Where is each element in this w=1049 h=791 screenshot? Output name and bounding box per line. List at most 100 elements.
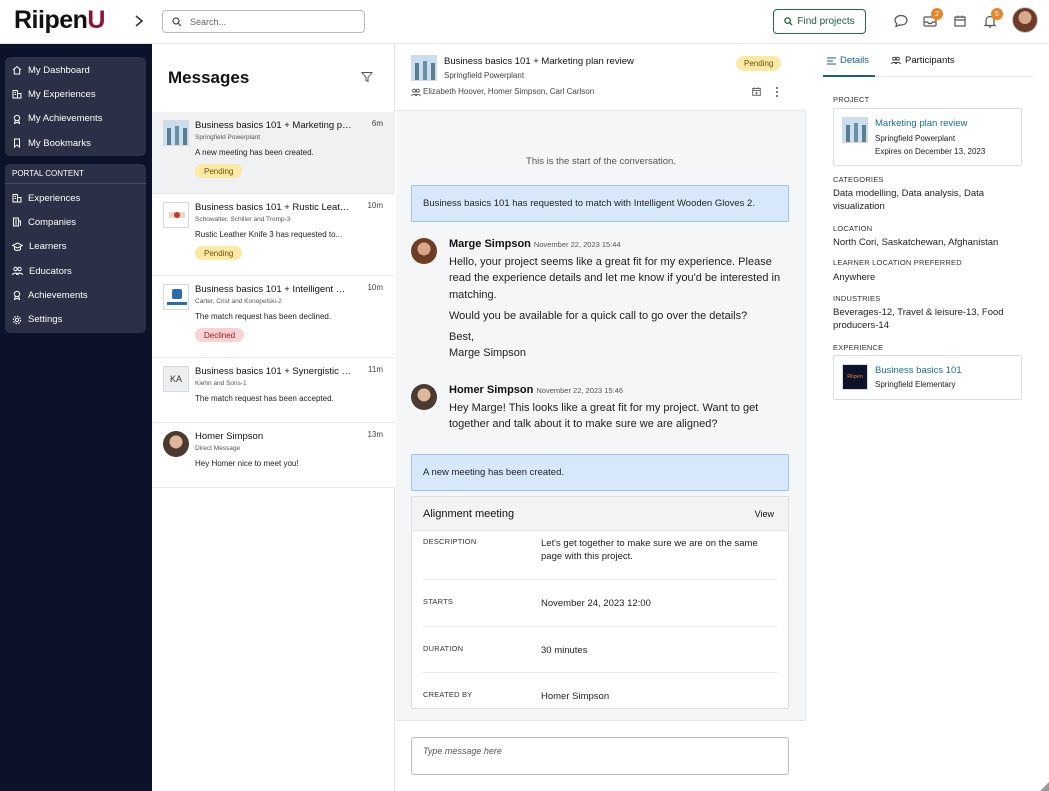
status-badge: Declined (195, 328, 245, 342)
chat-header: Business basics 101 + Marketing plan rev… (396, 44, 806, 111)
sidebar-item-educators[interactable]: Educators (5, 259, 146, 283)
conversation-item[interactable]: Business basics 101 + Intelligent Wooden… (152, 276, 395, 358)
message-input[interactable] (411, 737, 789, 775)
portal-content-heading: PORTAL CONTENT (5, 164, 146, 184)
more-vertical-icon[interactable] (774, 86, 780, 98)
find-projects-label: Find projects (797, 16, 855, 27)
chat-panel: Business basics 101 + Marketing plan rev… (396, 44, 806, 791)
sidebar-item-label: My Bookmarks (28, 137, 91, 149)
message-body: Hey Marge! This looks like a great fit f… (449, 400, 789, 438)
message-header: Homer Simpson November 22, 2023 15:46 (449, 384, 623, 396)
meeting-title: Alignment meeting (423, 508, 515, 520)
home-icon (12, 65, 22, 75)
top-bar: RiipenU Find projects 2 5 (0, 0, 1049, 44)
message-body: Hello, your project seems like a great f… (449, 254, 789, 367)
chat-bubble-icon[interactable] (893, 13, 909, 29)
sidebar-item-my-achievements[interactable]: My Achievements (5, 107, 146, 131)
user-avatar[interactable] (1012, 7, 1038, 33)
message-author: Homer Simpson (449, 384, 534, 396)
sidebar-item-label: Experiences (28, 192, 81, 204)
location-value: North Cori, Saskatchewan, Afghanistan (833, 237, 999, 248)
resize-grip[interactable] (1040, 782, 1049, 791)
avatar (411, 238, 437, 264)
message-paragraph: Best, (449, 331, 475, 344)
tab-details[interactable]: Details (827, 55, 869, 66)
sidebar-item-dashboard[interactable]: My Dashboard (5, 58, 146, 82)
sidebar-item-label: Learners (29, 241, 67, 253)
experience-card[interactable]: Riipen Business basics 101 Springfield E… (833, 355, 1022, 400)
sidebar-item-label: Settings (28, 314, 63, 326)
details-tabs: Details Participants (823, 44, 1033, 77)
sidebar-item-achievements[interactable]: Achievements (5, 283, 146, 307)
sidebar-item-label: My Experiences (28, 88, 96, 100)
users-icon (12, 266, 23, 276)
chevron-right-icon[interactable] (132, 13, 146, 29)
sidebar-item-my-bookmarks[interactable]: My Bookmarks (5, 131, 146, 155)
meeting-field-label: DESCRIPTION (423, 537, 477, 546)
industries-label: INDUSTRIES (833, 294, 881, 303)
message-header: Marge Simpson November 22, 2023 15:44 (449, 238, 621, 250)
conversation-org: Springfield Powerplant (195, 134, 261, 141)
message-time: November 22, 2023 15:46 (536, 386, 624, 395)
conversation-item[interactable]: KA Business basics 101 + Synergistic Con… (152, 358, 395, 423)
meeting-row: DURATION 30 minutes (423, 644, 777, 673)
search-icon (784, 17, 793, 26)
riipenu-logo[interactable]: RiipenU (14, 6, 105, 35)
conversation-time: 6m (371, 119, 383, 128)
conversation-item[interactable]: Homer Simpson 13m Direct Message Hey Hom… (152, 423, 395, 488)
location-label: LOCATION (833, 224, 873, 233)
experience-org: Springfield Elementary (875, 380, 956, 389)
conversation-org: Carter, Crist and Konopelski-2 (195, 298, 282, 305)
messages-panel: Messages Business basics 101 + Marketing… (152, 44, 395, 791)
system-message: Business basics 101 has requested to mat… (411, 185, 789, 222)
sidebar-item-settings[interactable]: Settings (5, 307, 146, 331)
conversation-org: Kiehn and Sons-1 (195, 380, 247, 387)
company-logo (163, 202, 189, 228)
notifications-count-badge: 5 (991, 8, 1003, 20)
conversation-item[interactable]: Business basics 101 + Marketing plan rev… (152, 112, 395, 194)
conversation-time: 10m (367, 283, 383, 292)
project-card[interactable]: Marketing plan review Springfield Powerp… (833, 108, 1022, 166)
meeting-field-label: STARTS (423, 597, 454, 606)
tab-participants[interactable]: Participants (891, 55, 955, 66)
conversation-preview: The match request has been accepted. (195, 394, 334, 403)
conversation-preview: A new meeting has been created. (195, 148, 314, 157)
message-paragraph: Hey Marge! This looks like a great fit f… (449, 402, 759, 431)
project-title-link[interactable]: Marketing plan review (875, 118, 967, 129)
details-panel: Details Participants PROJECT Marketing p… (806, 44, 1049, 791)
sidebar-item-experiences[interactable]: Experiences (5, 186, 146, 210)
search-input[interactable] (190, 14, 355, 29)
calendar-add-icon[interactable] (751, 86, 762, 97)
search-box[interactable] (162, 10, 365, 33)
list-icon (827, 57, 836, 64)
view-meeting-button[interactable]: View (755, 509, 774, 519)
users-icon (411, 88, 421, 97)
sidebar-item-learners[interactable]: Learners (5, 235, 146, 259)
messages-count-badge: 2 (931, 8, 943, 20)
conversation-org: Schowalter, Schiller and Tromp-3 (195, 216, 291, 223)
conversation-preview: Rustic Leather Knife 3 has requested to.… (195, 230, 343, 239)
experience-title-link[interactable]: Business basics 101 (875, 365, 962, 376)
meeting-field-value: November 24, 2023 12:00 (541, 598, 651, 609)
portal-nav: PORTAL CONTENT Experiences Companies Lea… (5, 164, 146, 333)
find-projects-button[interactable]: Find projects (773, 9, 866, 34)
sidebar-item-my-experiences[interactable]: My Experiences (5, 82, 146, 106)
message-author: Marge Simpson (449, 238, 531, 250)
meeting-card: Alignment meeting View DESCRIPTION Let's… (411, 496, 789, 709)
status-badge: Pending (195, 164, 243, 178)
sidebar-item-companies[interactable]: Companies (5, 210, 146, 234)
chat-title: Business basics 101 + Marketing plan rev… (444, 56, 634, 67)
calendar-icon[interactable] (952, 13, 968, 29)
meeting-field-value: Homer Simpson (541, 691, 610, 702)
conversation-item[interactable]: Business basics 101 + Rustic Leather Kni… (152, 194, 395, 276)
conversation-preview: The match request has been declined. (195, 312, 332, 321)
bookmark-icon (14, 138, 20, 149)
meeting-row: CREATED BY Homer Simpson (423, 690, 777, 708)
conversation-title: Business basics 101 + Marketing plan rev… (195, 120, 353, 131)
learner-location-label: LEARNER LOCATION PREFERRED (833, 258, 962, 267)
buildings-icon (12, 90, 22, 99)
filter-icon[interactable] (361, 71, 373, 83)
status-badge: Pending (195, 246, 243, 260)
conversation-org: Direct Message (195, 445, 241, 452)
meeting-row: DESCRIPTION Let's get together to make s… (423, 537, 777, 580)
